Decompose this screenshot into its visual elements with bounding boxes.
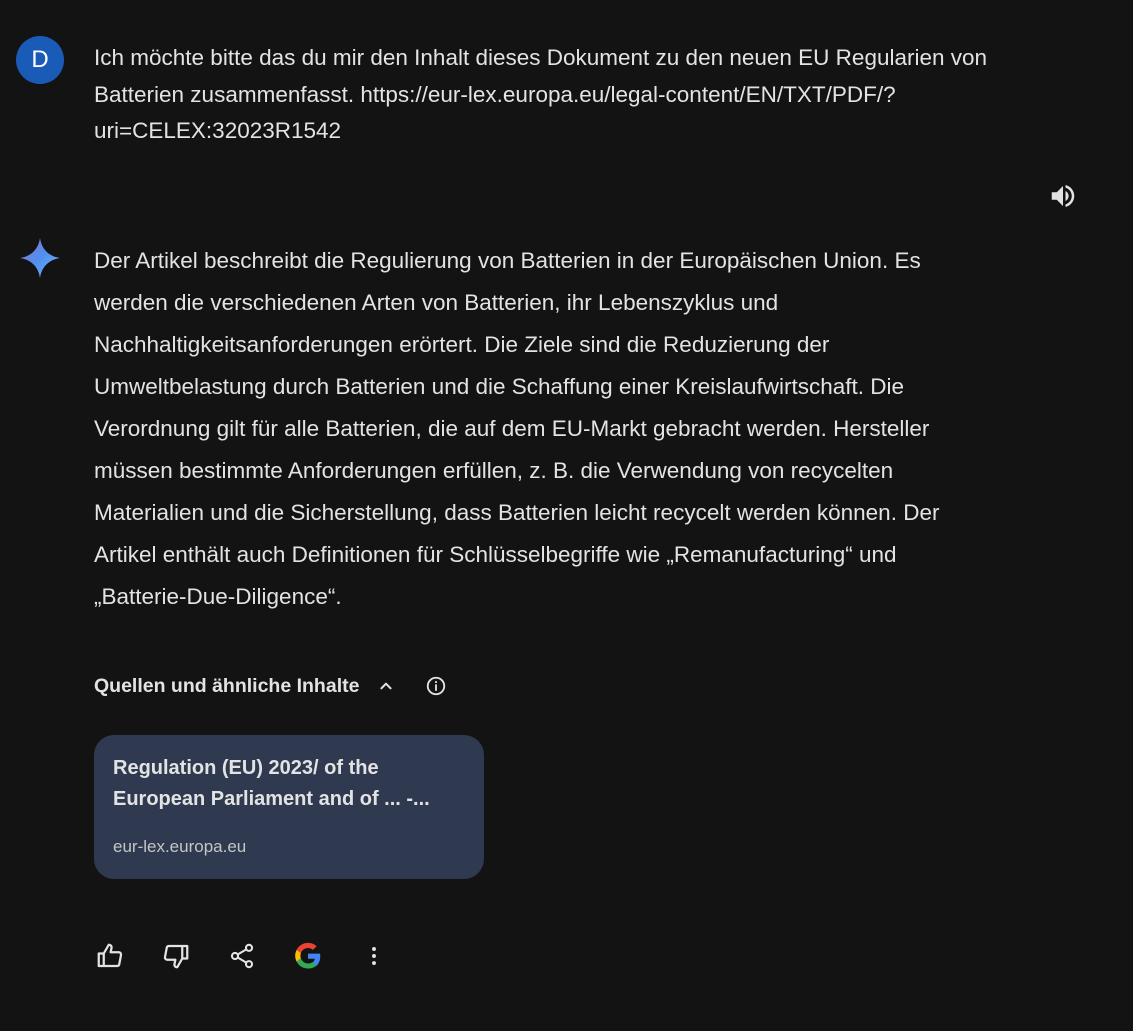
user-prompt-line: uri=CELEX:32023R1542 [94,118,342,143]
chevron-up-icon [380,682,393,690]
response-line: Artikel enthält auch Definitionen für Sc… [94,542,897,567]
response-line: Verordnung gilt für alle Batterien, die … [94,416,930,441]
share-button[interactable] [220,934,264,978]
read-aloud-button[interactable] [1044,177,1082,215]
response-line: „Batterie-Due-Diligence“. [94,584,342,609]
sources-header: Quellen und ähnliche Inhalte [94,670,449,702]
google-g-icon [295,942,321,969]
more-vert-icon [372,947,376,965]
thumbs-down-icon [163,944,189,969]
more-options-button[interactable] [352,934,396,978]
info-icon [427,676,446,696]
source-card-domain: eur-lex.europa.eu [113,837,247,856]
response-line: werden die verschiedenen Arten von Batte… [94,290,779,315]
response-actions [88,934,418,978]
thumbs-up-icon [97,943,123,968]
sources-info-button[interactable] [423,673,449,699]
response-line: Nachhaltigkeitsanforderungen erörtert. D… [94,332,830,357]
gemini-sparkle-icon [18,236,62,280]
model-response: Der Artikel beschreibt die Regulierung v… [94,240,1034,618]
response-line: Umweltbelastung durch Batterien und die … [94,374,905,399]
double-check-google-button[interactable] [286,934,330,978]
user-prompt-line: Ich möchte bitte das du mir den Inhalt d… [94,45,988,70]
source-card[interactable]: Regulation (EU) 2023/ of the European Pa… [94,735,484,879]
thumbs-up-button[interactable] [88,934,132,978]
share-icon [230,943,254,969]
response-line: Der Artikel beschreibt die Regulierung v… [94,248,921,273]
user-avatar: D [16,36,64,84]
user-prompt-line: Batterien zusammenfasst. https://eur-lex… [94,81,896,107]
sources-header-label: Quellen und ähnliche Inhalte [94,674,360,697]
user-prompt: Ich möchte bitte das du mir den Inhalt d… [94,40,1084,150]
response-line: Materialien und die Sicherstellung, dass… [94,500,940,525]
source-card-title-line: Regulation (EU) 2023/ of the [113,757,379,779]
collapse-sources-button[interactable] [373,673,399,699]
response-line: müssen bestimmte Anforderungen erfüllen,… [94,458,894,483]
source-card-title-line: European Parliament and of ... -... [113,788,430,810]
volume-up-icon [1051,185,1075,207]
thumbs-down-button[interactable] [154,934,198,978]
